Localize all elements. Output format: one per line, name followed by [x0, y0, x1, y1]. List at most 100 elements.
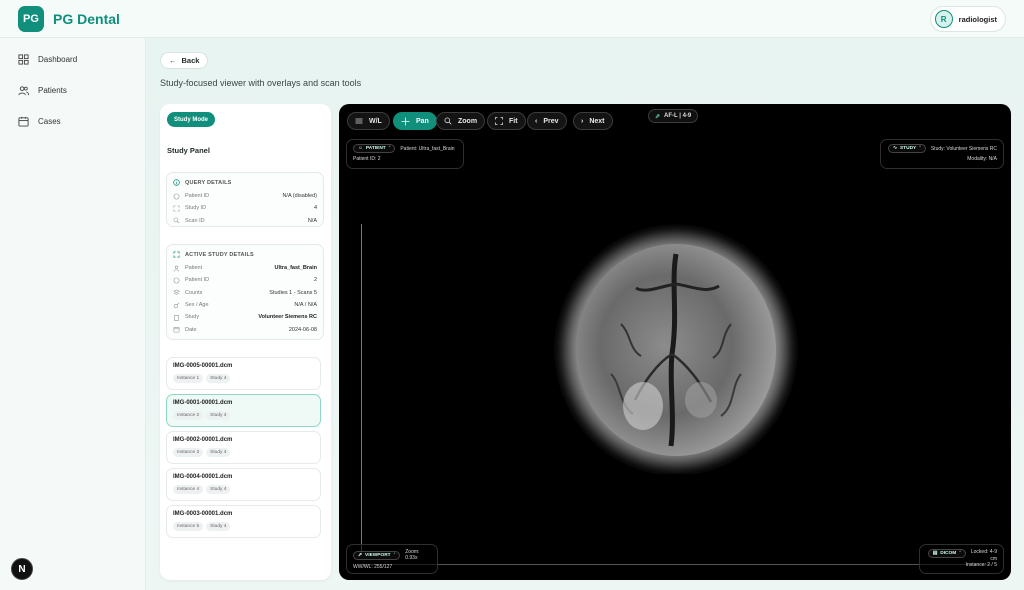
sidebar: Dashboard Patients Cases N [0, 38, 146, 590]
row-label: Date [185, 326, 197, 333]
study-tag: Study 4 [206, 374, 231, 383]
file-name: IMG-0002-00001.dcm [173, 437, 233, 443]
chevron-up-icon: ˆ [388, 146, 391, 151]
users-icon [18, 86, 29, 96]
dicom-overlay[interactable]: ▤ DICOM ˆ Locked: 4-9 cm Instance: 2 / 5 [919, 544, 1004, 574]
row-value: 4 [313, 205, 317, 212]
patient-overlay[interactable]: ☺ PATIENT ˆ Patient: Ultra_fast_Brain Pati… [346, 139, 464, 169]
study-panel: Study Mode Study Panel QUERY DETAILS Pat… [160, 104, 331, 580]
row-label: Counts [185, 289, 203, 296]
frame-indicator: ⇗ AF-L | 4-9 [648, 109, 699, 123]
overlay-study: Study: Volunteer Siemens RC [930, 145, 997, 152]
resize-icon: ⇗ [358, 552, 363, 558]
overlay-patient: Patient: Ultra_fast_Brain [400, 145, 455, 152]
pan-button[interactable]: Pan [393, 112, 437, 130]
sidebar-item-dashboard[interactable]: Dashboard [18, 54, 77, 65]
back-button[interactable]: ← Back [160, 52, 209, 69]
search-icon [173, 217, 180, 224]
info-icon [173, 277, 180, 284]
sidebar-item-label: Patients [38, 86, 67, 95]
row-value: N/A [307, 217, 317, 224]
active-row: Sex / Age N/A / N/A [173, 299, 317, 311]
row-label: Study [185, 314, 200, 321]
viewport-overlay[interactable]: ⇗ VIEWPORT ˆ Zoom: 0.93x WW/WL: 255/127 [346, 544, 438, 574]
active-study-details-card: ACTIVE STUDY DETAILS Patient Ultra_fast_… [166, 244, 324, 340]
panel-title: Study Panel [167, 146, 210, 155]
chevron-up-icon: ˆ [393, 552, 396, 558]
file-name: IMG-0001-00001.dcm [173, 400, 233, 406]
zoom-button[interactable]: Zoom [436, 112, 486, 130]
tag-label: DICOM [940, 551, 957, 556]
chevron-right-icon: › [581, 117, 584, 125]
study-overlay[interactable]: ∿ STUDY ˆ Study: Volunteer Siemens RC Moda… [880, 139, 1004, 169]
chevron-up-icon: ˆ [919, 146, 921, 151]
active-row: Counts Studies 1 - Scans 5 [173, 287, 317, 299]
row-value: Ultra_fast_Brain [274, 265, 318, 272]
prev-button[interactable]: ‹ Prev [527, 112, 567, 130]
row-value: Volunteer Siemens RC [258, 314, 317, 321]
row-label: Sex / Age [185, 302, 209, 309]
dashboard-grid-icon [18, 54, 29, 65]
list-item[interactable]: IMG-0002-00001.dcm Instance 3 Study 4 [166, 431, 321, 464]
tag-label: STUDY [899, 146, 917, 151]
active-row: Date 2024-06-08 [173, 323, 317, 335]
study-tag: Study 4 [206, 411, 231, 420]
sidebar-item-patients[interactable]: Patients [18, 85, 67, 96]
user-icon: ☺ [358, 146, 363, 151]
instance-tag: Instance 5 [173, 522, 204, 531]
prev-label: Prev [543, 117, 559, 125]
study-mode-toggle[interactable]: Study Mode [167, 112, 215, 127]
tag-label: VIEWPORT [365, 552, 391, 558]
row-label: Scan ID [185, 217, 205, 224]
link-icon: ⇗ [655, 113, 661, 120]
list-item[interactable]: IMG-0005-00001.dcm Instance 1 Study 4 [166, 357, 321, 390]
file-name: IMG-0004-00001.dcm [173, 474, 233, 480]
user-menu[interactable]: R radiologist [929, 6, 1006, 32]
scan-frame-icon [173, 205, 180, 212]
study-tag: Study 4 [206, 522, 231, 531]
move-icon [401, 117, 410, 125]
study-tag: Study 4 [206, 485, 231, 494]
zoom-label: Zoom [458, 117, 478, 125]
chevron-left-icon: ‹ [535, 117, 538, 125]
list-item[interactable]: IMG-0004-00001.dcm Instance 4 Study 4 [166, 468, 321, 501]
page-subtitle: Study-focused viewer with overlays and s… [160, 78, 362, 88]
query-row: Scan ID N/A [173, 215, 317, 227]
logo-badge: PG [18, 5, 44, 32]
overlay-instance: Instance: 2 / 5 [965, 562, 997, 568]
gender-icon [173, 302, 180, 308]
frame-label: AF-L | 4-9 [664, 113, 692, 119]
viewport-overlay-tag[interactable]: ⇗ VIEWPORT ˆ [353, 550, 401, 560]
overlay-zoom: Zoom: 0.93x [405, 549, 420, 561]
fit-button[interactable]: Fit [487, 112, 526, 130]
query-row: Patient ID N/A (disabled) [173, 190, 317, 202]
scan-frame-icon [173, 251, 180, 258]
overlay-patient-id: Patient ID: 2 [353, 156, 381, 162]
expand-icon [495, 117, 503, 125]
study-overlay-tag[interactable]: ∿ STUDY ˆ [887, 144, 926, 153]
row-label: Patient [185, 265, 203, 272]
arrow-left-icon: ← [169, 56, 177, 65]
window-level-button[interactable]: W/L [347, 112, 390, 130]
overlay-locked: Locked: 4-9 [970, 549, 997, 555]
image-viewer[interactable]: W/L Pan Zoom Fit ‹ Prev › Next ⇗ AF-L | … [339, 104, 1011, 580]
sidebar-item-cases[interactable]: Cases [18, 116, 61, 127]
sidebar-item-label: Cases [38, 117, 61, 126]
back-label: Back [181, 56, 200, 65]
instance-tag: Instance 1 [173, 374, 204, 383]
horizontal-ruler [361, 564, 991, 565]
dicom-overlay-tag[interactable]: ▤ DICOM ˆ [927, 549, 966, 558]
active-row: Patient ID 2 [173, 274, 317, 286]
framework-badge[interactable]: N [11, 558, 33, 580]
user-icon [173, 265, 180, 272]
list-item[interactable]: IMG-0003-00001.dcm Instance 5 Study 4 [166, 505, 321, 538]
mri-scan-image[interactable] [551, 224, 801, 474]
patient-overlay-tag[interactable]: ☺ PATIENT ˆ [353, 144, 396, 153]
search-icon [444, 117, 452, 125]
next-button[interactable]: › Next [573, 112, 613, 130]
list-item[interactable]: IMG-0001-00001.dcm Instance 2 Study 4 [166, 394, 321, 427]
file-name: IMG-0003-00001.dcm [173, 511, 233, 517]
file-name: IMG-0005-00001.dcm [173, 363, 233, 369]
row-value: 2 [313, 277, 317, 284]
vertical-ruler [361, 224, 362, 558]
